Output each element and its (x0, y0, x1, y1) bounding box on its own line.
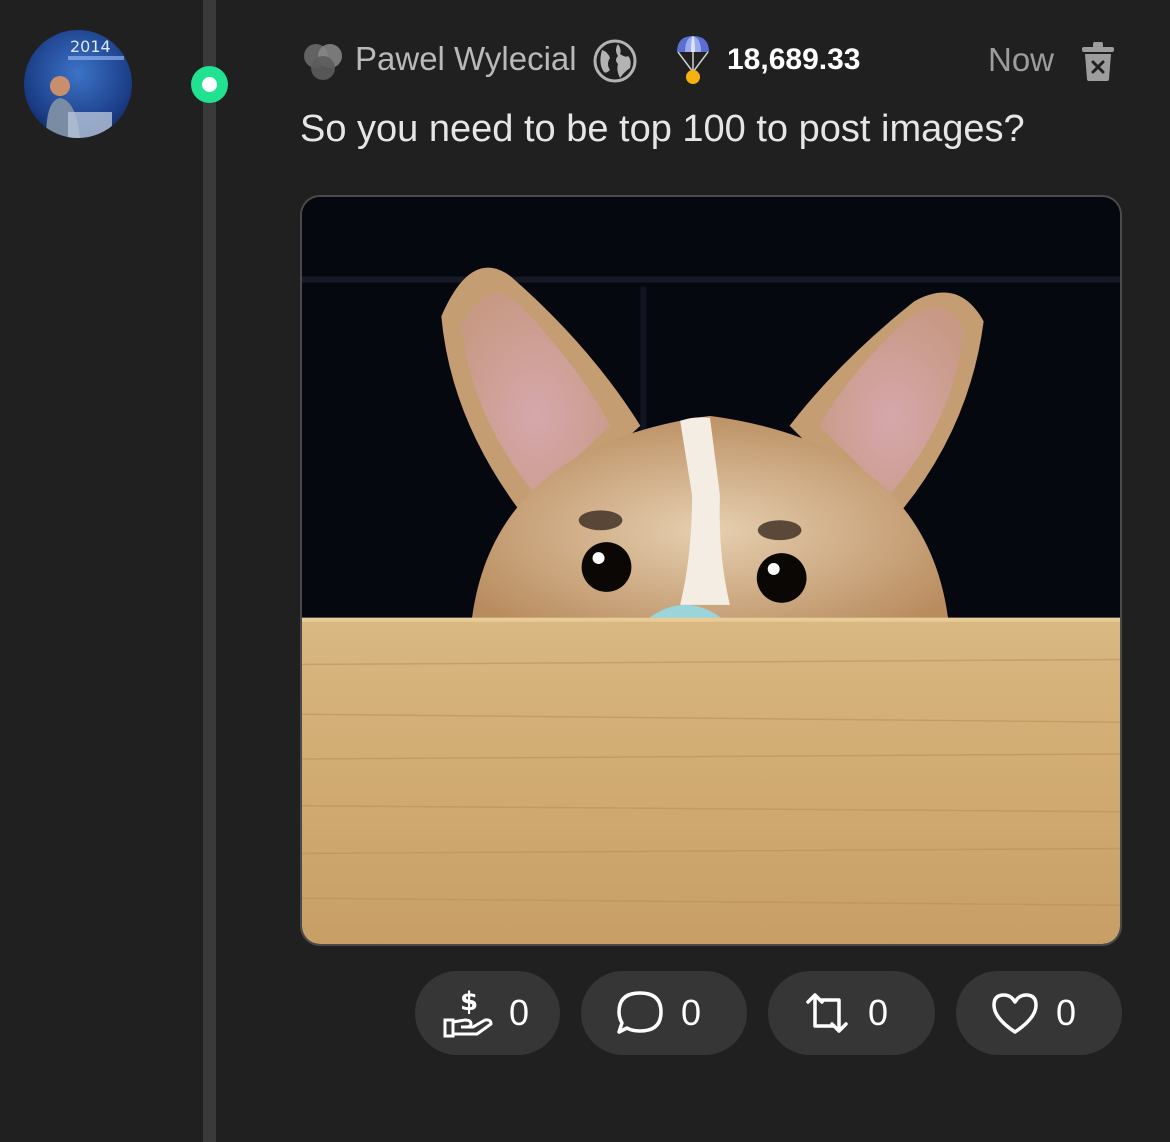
avatar[interactable]: 2014 (24, 30, 132, 138)
corgi-image (302, 197, 1120, 944)
trash-icon[interactable] (1080, 41, 1116, 81)
comment-button[interactable]: 0 (581, 971, 747, 1055)
community-icon[interactable] (300, 42, 346, 82)
svg-text:$: $ (460, 987, 478, 1017)
comment-count: 0 (681, 992, 702, 1033)
like-button[interactable]: 0 (956, 971, 1122, 1055)
post-text: So you need to be top 100 to post images… (300, 108, 1025, 150)
hand-dollar-icon: $ (441, 986, 495, 1040)
like-count: 0 (1056, 992, 1077, 1033)
balance-amount: 18,689.33 (727, 43, 861, 76)
tip-button[interactable]: $ 0 (415, 971, 560, 1055)
comment-icon (613, 986, 667, 1040)
post-image[interactable] (300, 195, 1122, 946)
post-header: Pawel Wylecial 18,689.33 Now (300, 36, 1120, 86)
online-status-dot (191, 66, 228, 103)
post-timestamp: Now (988, 41, 1055, 78)
repost-button[interactable]: 0 (768, 971, 935, 1055)
post-actions: $ 0 0 0 0 (0, 971, 1170, 1055)
airdrop-icon (677, 36, 709, 84)
tip-count: 0 (509, 992, 530, 1033)
repost-count: 0 (868, 992, 889, 1033)
repost-icon (800, 986, 854, 1040)
author-name[interactable]: Pawel Wylecial (355, 40, 577, 78)
avatar-caption: 2014 (70, 37, 111, 56)
heart-icon (988, 986, 1042, 1040)
globe-icon (593, 39, 637, 83)
